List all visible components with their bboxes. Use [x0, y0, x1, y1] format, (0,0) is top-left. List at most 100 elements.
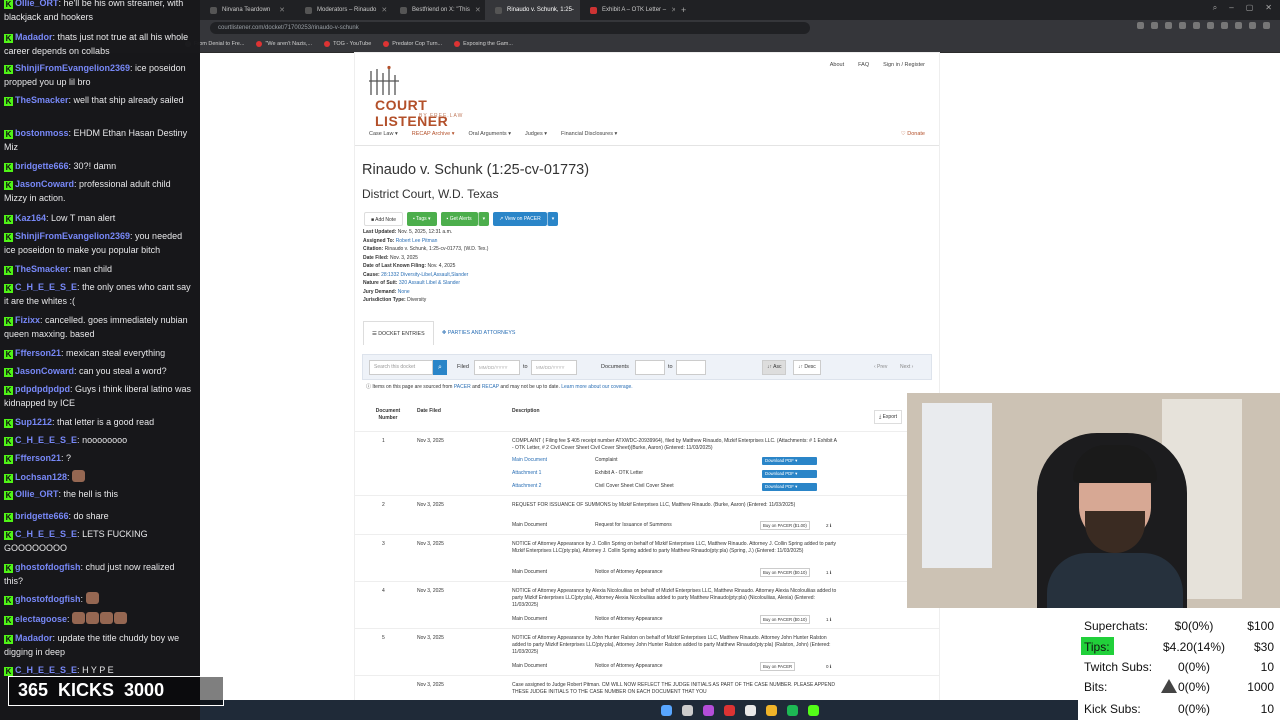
view-on-pacer-button[interactable]: ↗ View on PACER: [493, 212, 547, 226]
bookmark[interactable]: "We aren't Nazis,...: [256, 41, 312, 47]
chat-username[interactable]: C_H_E_E_S_E: [15, 529, 77, 539]
browser-tab-active[interactable]: Rinaudo v. Schunk, 1:25-✕: [485, 0, 580, 20]
chat-username[interactable]: TheSmacker: [15, 95, 69, 105]
buy-on-pacer-button[interactable]: Buy on PACER ($0.10): [760, 615, 810, 624]
document-link[interactable]: Attachment 2: [512, 483, 541, 489]
bookmark[interactable]: TOG - YouTube: [324, 41, 371, 47]
tab-parties-attorneys[interactable]: ❖ PARTIES AND ATTORNEYS: [433, 321, 524, 345]
nav-financial-disclosures[interactable]: Financial Disclosures ▾: [561, 131, 617, 137]
coverage-link[interactable]: Learn more about our coverage.: [561, 384, 632, 390]
extension-icon[interactable]: [1137, 22, 1144, 29]
app-icon[interactable]: [808, 704, 819, 716]
close-window-icon[interactable]: ✕: [1265, 3, 1272, 13]
chat-username[interactable]: bridgette666: [15, 161, 69, 171]
meta-value-link[interactable]: Robert Lee Pitman: [396, 238, 438, 244]
chat-username[interactable]: C_H_E_E_S_E: [15, 435, 77, 445]
chat-username[interactable]: ShinjiFromEvangelion2369: [15, 231, 130, 241]
extension-icon[interactable]: [1235, 22, 1242, 29]
extension-icon[interactable]: [1179, 22, 1186, 29]
bookmark[interactable]: Predator Cop Turn...: [383, 41, 442, 47]
faq-link[interactable]: FAQ: [858, 62, 869, 68]
close-icon[interactable]: ✕: [381, 6, 387, 14]
meta-value-link[interactable]: 320 Assault Libel & Slander: [399, 280, 460, 286]
search-icon[interactable]: [682, 704, 693, 716]
buy-on-pacer-button[interactable]: Buy on PACER ($1.00): [760, 521, 810, 530]
chat-username[interactable]: Kaz164: [15, 213, 46, 223]
close-icon[interactable]: ✕: [279, 6, 285, 14]
extension-icon[interactable]: [1151, 22, 1158, 29]
download-pdf-button[interactable]: Download PDF ▾: [762, 457, 817, 465]
minimize-icon[interactable]: –: [1229, 3, 1233, 13]
chat-username[interactable]: C_H_E_E_S_E: [15, 665, 77, 675]
filed-from-input[interactable]: MM/DD/YYYY: [474, 360, 520, 375]
app-icon[interactable]: [703, 704, 714, 716]
extension-icon[interactable]: [1263, 22, 1270, 29]
extension-icon[interactable]: [1207, 22, 1214, 29]
app-icon[interactable]: [745, 704, 756, 716]
document-link[interactable]: Main Document: [512, 457, 547, 463]
chat-username[interactable]: Ffferson21: [15, 453, 61, 463]
chat-username[interactable]: ghostofdogfish: [15, 594, 80, 604]
documents-to-input[interactable]: [676, 360, 706, 375]
add-note-button[interactable]: ■ Add Note: [364, 212, 403, 226]
app-icon[interactable]: [724, 704, 735, 716]
chat-username[interactable]: Ollie_ORT: [15, 489, 59, 499]
search-icon[interactable]: ⌕: [1213, 3, 1217, 13]
tags-button[interactable]: ▪ Tags ▾: [406, 212, 437, 226]
nav-judges[interactable]: Judges ▾: [525, 131, 547, 137]
download-pdf-button[interactable]: Download PDF ▾: [762, 483, 817, 491]
extension-icon[interactable]: [1193, 22, 1200, 29]
chat-username[interactable]: pdpdpdpdpd: [15, 384, 70, 394]
chat-username[interactable]: ShinjiFromEvangelion2369: [15, 63, 130, 73]
meta-value-link[interactable]: 28:1332 Diversity-Libel,Assault,Slander: [381, 272, 468, 278]
browser-tab[interactable]: Nirvana Teardown ✕: [200, 0, 295, 20]
nav-case-law[interactable]: Case Law ▾: [369, 131, 398, 137]
nav-oral-arguments[interactable]: Oral Arguments ▾: [468, 131, 511, 137]
recap-link[interactable]: RECAP: [482, 384, 499, 390]
courtlistener-logo[interactable]: COURT LISTENER BY FREE.LAW: [363, 63, 493, 129]
app-icon[interactable]: [766, 704, 777, 716]
chat-username[interactable]: bridgette666: [15, 511, 69, 521]
about-link[interactable]: About: [830, 62, 844, 68]
chat-username[interactable]: Ollie_ORT: [15, 0, 59, 8]
chat-username[interactable]: C_H_E_E_S_E: [15, 282, 77, 292]
chat-username[interactable]: Lochsan128: [15, 472, 67, 482]
sort-asc-button[interactable]: ↓↑ Asc: [762, 360, 787, 375]
url-field[interactable]: courtlistener.com/docket/71700253/rinaud…: [210, 22, 810, 34]
chat-username[interactable]: Madador: [15, 32, 53, 42]
browser-tab[interactable]: Exhibit A – OTK Letter – ✕: [580, 0, 675, 20]
sign-in-link[interactable]: Sign in / Register: [883, 62, 925, 68]
close-icon[interactable]: ✕: [475, 6, 481, 14]
chat-username[interactable]: bostonmoss: [15, 128, 69, 138]
pacer-link[interactable]: PACER: [454, 384, 471, 390]
search-icon[interactable]: ⌕: [433, 360, 447, 375]
filed-to-input[interactable]: MM/DD/YYYY: [531, 360, 577, 375]
chat-username[interactable]: Madador: [15, 633, 53, 643]
meta-value-link[interactable]: None: [398, 289, 410, 295]
bookmark[interactable]: Exposing the Gam...: [454, 41, 513, 47]
document-link[interactable]: Attachment 1: [512, 470, 541, 476]
extension-icon[interactable]: [1165, 22, 1172, 29]
sort-desc-button[interactable]: ↓↑ Desc: [793, 360, 821, 375]
chat-username[interactable]: ghostofdogfish: [15, 562, 80, 572]
chat-username[interactable]: Sup1212: [15, 417, 52, 427]
browser-tab[interactable]: Moderators – Rinaudo ✕: [295, 0, 390, 20]
get-alerts-button[interactable]: ▪ Get Alerts: [440, 212, 478, 226]
buy-on-pacer-button[interactable]: Buy on PACER: [760, 662, 796, 671]
docket-search-input[interactable]: Search this docket: [369, 360, 433, 375]
next-page-link[interactable]: Next ›: [900, 364, 913, 370]
tab-docket-entries[interactable]: ☰ DOCKET ENTRIES: [363, 321, 434, 345]
maximize-icon[interactable]: ▢: [1246, 3, 1254, 13]
chat-username[interactable]: JasonCoward: [15, 179, 74, 189]
alerts-dropdown-icon[interactable]: ▾: [477, 212, 490, 226]
chat-username[interactable]: Fizixx: [15, 315, 40, 325]
chat-username[interactable]: TheSmacker: [15, 264, 69, 274]
close-icon[interactable]: ✕: [671, 6, 675, 14]
pacer-dropdown-icon[interactable]: ▾: [546, 212, 559, 226]
app-icon[interactable]: [787, 704, 798, 716]
extension-icon[interactable]: [1249, 22, 1256, 29]
chat-username[interactable]: JasonCoward: [15, 366, 74, 376]
documents-from-input[interactable]: [635, 360, 665, 375]
export-button[interactable]: ⤓ Export: [874, 410, 903, 424]
buy-on-pacer-button[interactable]: Buy on PACER ($0.10): [760, 568, 810, 577]
